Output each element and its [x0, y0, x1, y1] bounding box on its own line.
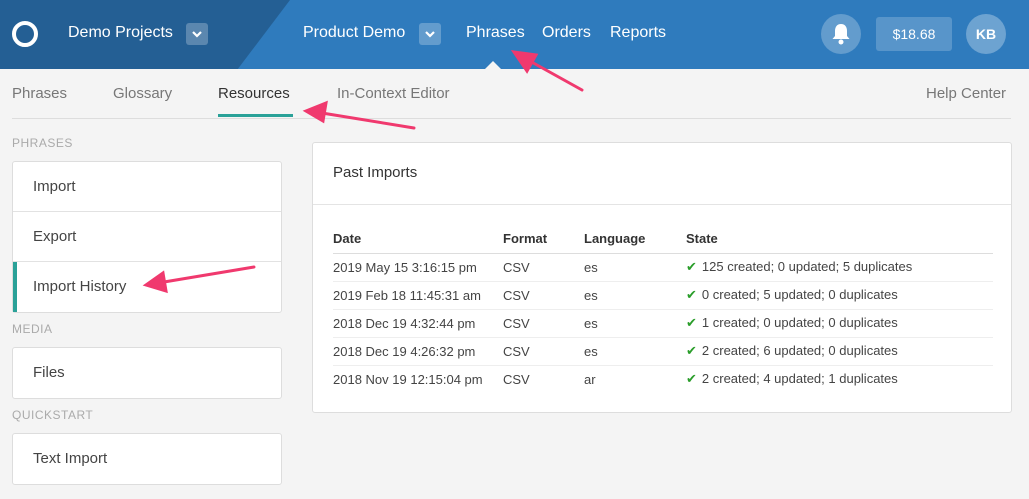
bell-icon	[832, 24, 850, 45]
row-date: 2018 Dec 19 4:26:32 pm	[333, 337, 503, 366]
chevron-down-icon	[425, 31, 435, 38]
row-language: ar	[584, 371, 596, 387]
row-state: ✔ 1 created; 0 updated; 0 duplicates	[686, 309, 993, 338]
notifications-button[interactable]	[821, 14, 861, 54]
row-state: ✔ 2 created; 4 updated; 1 duplicates	[686, 365, 993, 393]
table-row: 2019 May 15 3:16:15 pm CSV es ✔ 125 creat…	[333, 253, 993, 282]
tab-phrases[interactable]: Phrases	[12, 85, 67, 102]
user-avatar[interactable]: KB	[966, 14, 1006, 54]
row-date: 2018 Nov 19 12:15:04 pm	[333, 371, 483, 387]
table-row: 2018 Dec 19 4:32:44 pm CSV es ✔ 1 created…	[333, 309, 993, 338]
row-format: CSV	[503, 309, 584, 338]
row-state-text: 125 created; 0 updated; 5 duplicates	[701, 259, 913, 274]
nav-orders[interactable]: Orders	[542, 24, 591, 42]
product-switcher-label[interactable]: Product Demo	[303, 24, 405, 42]
table-row: 2018 Nov 19 12:15:04 pm CSV ar ✔ 2 create…	[333, 365, 993, 393]
sidebar-section-media: MEDIA	[12, 322, 53, 336]
row-state-text: 2 created; 6 updated; 0 duplicates	[701, 343, 898, 358]
row-date: 2019 Feb 18 11:45:31 am	[333, 281, 503, 310]
sidebar-group-media: Files	[12, 347, 282, 399]
product-dropdown-button[interactable]	[419, 23, 441, 45]
chevron-down-icon	[192, 31, 202, 38]
sidebar-group-phrases: Import Export Import History	[12, 161, 282, 313]
row-format: CSV	[503, 253, 584, 282]
check-icon: ✔	[686, 315, 697, 330]
row-state-text: 2 created; 4 updated; 1 duplicates	[701, 371, 898, 387]
row-language: es	[584, 337, 686, 366]
row-language: es	[584, 309, 686, 338]
sidebar-item-files[interactable]: Files	[13, 348, 281, 398]
tab-in-context-editor[interactable]: In-Context Editor	[337, 85, 450, 102]
active-nav-caret	[485, 61, 501, 69]
row-date: 2019 May 15 3:16:15 pm	[333, 253, 503, 282]
active-tab-underline	[218, 114, 293, 117]
sidebar-section-quickstart: QUICKSTART	[12, 408, 94, 422]
imports-table: Date Format Language State 2019 May 15 3…	[333, 225, 993, 393]
row-format: CSV	[503, 337, 584, 366]
column-header-date: Date	[333, 225, 503, 254]
check-icon: ✔	[686, 287, 697, 302]
app-logo-icon[interactable]	[12, 21, 38, 47]
column-header-language: Language	[584, 225, 686, 254]
row-state-text: 0 created; 5 updated; 0 duplicates	[701, 287, 898, 302]
row-language: es	[584, 253, 686, 282]
help-center-link[interactable]: Help Center	[926, 85, 1006, 102]
sidebar-item-import-history[interactable]: Import History	[13, 262, 281, 312]
nav-phrases[interactable]: Phrases	[466, 24, 525, 42]
table-header-row: Date Format Language State	[333, 225, 993, 254]
panel-title: Past Imports	[313, 143, 1011, 205]
tab-resources[interactable]: Resources	[218, 85, 290, 102]
sidebar-item-import[interactable]: Import	[13, 162, 281, 212]
row-state: ✔ 2 created; 6 updated; 0 duplicates	[686, 337, 993, 366]
project-dropdown-button[interactable]	[186, 23, 208, 45]
row-date: 2018 Dec 19 4:32:44 pm	[333, 309, 503, 338]
tab-glossary[interactable]: Glossary	[113, 85, 172, 102]
project-switcher-label[interactable]: Demo Projects	[68, 24, 173, 42]
row-state: ✔ 0 created; 5 updated; 0 duplicates	[686, 281, 993, 310]
subnav-divider	[12, 118, 1011, 119]
resources-subnav: Phrases Glossary Resources In-Context Ed…	[0, 69, 1029, 119]
row-format: CSV	[503, 281, 584, 310]
row-state-text: 1 created; 0 updated; 0 duplicates	[701, 315, 898, 330]
nav-reports[interactable]: Reports	[610, 24, 666, 42]
table-row: 2018 Dec 19 4:26:32 pm CSV es ✔ 2 created…	[333, 337, 993, 366]
sidebar-group-quickstart: Text Import	[12, 433, 282, 485]
column-header-format: Format	[503, 225, 584, 254]
check-icon: ✔	[686, 259, 697, 274]
row-format: CSV	[503, 371, 530, 387]
row-language: es	[584, 281, 686, 310]
check-icon: ✔	[686, 371, 697, 387]
sidebar-item-text-import[interactable]: Text Import	[13, 434, 281, 484]
sidebar-item-export[interactable]: Export	[13, 212, 281, 262]
top-navigation-bar: Demo Projects Product Demo Phrases Order…	[0, 0, 1029, 69]
check-icon: ✔	[686, 343, 697, 358]
row-state: ✔ 125 created; 0 updated; 5 duplicates	[686, 253, 993, 282]
account-balance-button[interactable]: $18.68	[876, 17, 952, 51]
table-row: 2019 Feb 18 11:45:31 am CSV es ✔ 0 create…	[333, 281, 993, 310]
column-header-state: State	[686, 225, 993, 254]
past-imports-panel: Past Imports Date Format Language State …	[312, 142, 1012, 413]
sidebar-section-phrases: PHRASES	[12, 136, 73, 150]
